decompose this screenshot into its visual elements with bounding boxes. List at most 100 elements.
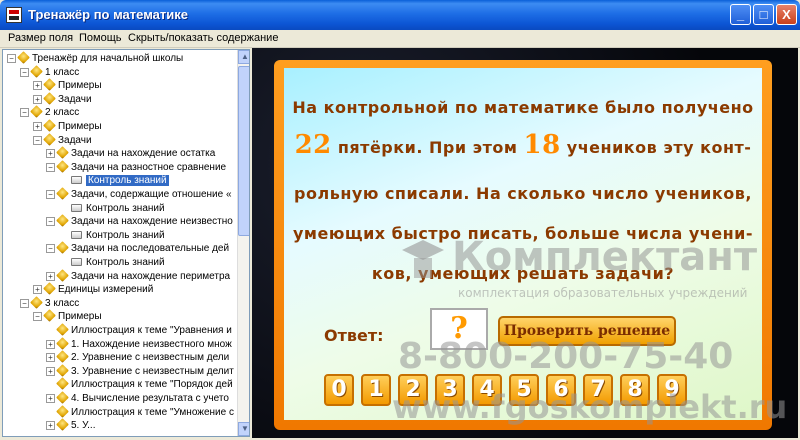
expand-icon[interactable]: + [46,339,55,349]
collapse-icon[interactable]: − [46,162,55,172]
tree-item[interactable]: + Задачи [33,91,92,106]
tree-item[interactable]: +3. Уравнение с неизвестным делит [46,363,234,378]
test-icon [71,203,82,212]
tree-item[interactable]: − Задачи на нахождение неизвестно [46,214,233,228]
tree-item-label: 3 класс [45,297,80,309]
tree-item-label: Контроль знаний [86,257,165,268]
topic-icon [43,119,56,132]
expand-icon[interactable]: + [46,149,55,159]
topic-icon [56,187,69,200]
minimize-button[interactable]: _ [730,4,751,25]
topic-icon [43,309,56,323]
expand-icon[interactable]: + [46,271,55,281]
tree-item-label: Задачи [58,134,92,146]
digit-button-0[interactable]: 0 [324,374,354,406]
tree-item[interactable]: − 3 класс [20,295,80,310]
tree-item[interactable]: + Задачи на нахождение периметра [46,268,230,283]
scroll-down-arrow[interactable]: ▼ [238,422,249,436]
expand-icon[interactable]: + [33,122,42,131]
problem-line-2b: учеников эту конт- [566,138,752,157]
expand-icon[interactable]: + [46,353,55,363]
collapse-icon[interactable]: − [46,217,55,227]
tree-item-label: Примеры [58,121,102,132]
test-icon [71,230,82,239]
tree-item[interactable]: +5. У... [46,418,95,432]
tree-item[interactable]: − Задачи [33,132,92,147]
tree-item[interactable]: + Примеры [33,78,102,92]
tree-item[interactable]: + Примеры [33,119,102,133]
menu-toggle-contents[interactable]: Скрыть/показать содержание [128,32,278,44]
digit-button-1[interactable]: 1 [361,374,391,406]
topic-icon [56,418,69,432]
tree-item[interactable]: − Задачи на последовательные дей [46,241,230,255]
digit-button-7[interactable]: 7 [583,374,613,406]
digit-button-4[interactable]: 4 [472,374,502,406]
tree-item[interactable]: +2. Уравнение с неизвестным дели [46,350,229,364]
menu-bar: Размер поля Помощь Скрыть/показать содер… [0,30,800,48]
tree-item[interactable]: − Примеры [33,309,102,323]
test-icon [71,258,82,266]
tree-item[interactable]: − Задачи на разностное сравнение [46,159,226,174]
tree-item[interactable]: Контроль знаний [59,174,169,187]
tree-item[interactable]: − Тренажёр для начальной школы [7,51,183,65]
scroll-thumb[interactable] [238,66,249,236]
collapse-icon[interactable]: − [46,190,55,199]
tree-item[interactable]: − 1 класс [20,64,79,79]
contents-tree[interactable]: +5. У... Иллюстрация к теме "Умножение с +… [2,49,250,437]
collapse-icon[interactable]: − [20,298,29,308]
digit-button-5[interactable]: 5 [509,374,539,406]
digit-button-2[interactable]: 2 [398,374,428,406]
topic-icon [56,268,69,282]
tree-item[interactable]: Иллюстрация к теме "Порядок дей [46,377,233,391]
collapse-icon[interactable]: − [20,67,29,77]
answer-field[interactable]: ? [430,308,488,350]
topic-icon [43,282,56,296]
digit-button-6[interactable]: 6 [546,374,576,406]
tree-item-label: 4. Вычисление результата с учето [71,393,229,404]
tree-item[interactable]: +4. Вычисление результата с учето [46,391,229,405]
tree-item[interactable]: Иллюстрация к теме "Умножение с [46,404,234,419]
topic-icon [43,132,56,146]
digit-button-9[interactable]: 9 [657,374,687,406]
tree-item[interactable]: Контроль знаний [59,256,165,269]
scroll-up-arrow[interactable]: ▲ [238,50,249,64]
tree-item-label: Задачи на нахождение остатка [71,148,216,160]
digit-keypad: 0123456789 [324,374,704,408]
expand-icon[interactable]: + [33,285,42,295]
tree-item[interactable]: + Единицы измерений [33,282,153,296]
tree-item-label: Иллюстрация к теме "Уравнения и [71,325,232,336]
collapse-icon[interactable]: − [33,135,42,145]
tree-scrollbar[interactable]: ▲ ▼ [237,50,249,436]
topic-icon [56,350,69,364]
check-solution-button[interactable]: Проверить решение [498,316,676,346]
maximize-button[interactable]: □ [753,4,774,25]
expand-icon[interactable]: + [33,81,42,91]
collapse-icon[interactable]: − [33,312,42,322]
close-button[interactable]: X [776,4,797,25]
digit-button-3[interactable]: 3 [435,374,465,406]
topic-icon [56,336,69,350]
tree-item[interactable]: Контроль знаний [59,229,165,242]
expand-icon[interactable]: + [46,394,55,403]
collapse-icon[interactable]: − [7,54,16,63]
expand-icon[interactable]: + [46,366,55,376]
test-icon [71,176,82,185]
tree-item[interactable]: +1. Нахождение неизвестного множ [46,336,232,351]
topic-icon [56,159,69,173]
tree-item[interactable]: − Задачи, содержащие отношение « [46,187,232,201]
tree-item[interactable]: Иллюстрация к теме "Уравнения и [46,323,232,337]
digit-button-8[interactable]: 8 [620,374,650,406]
tree-item[interactable]: + Задачи на нахождение остатка [46,146,216,160]
topic-icon [30,295,43,309]
tree-item-label: Задачи, содержащие отношение « [71,189,232,200]
menu-help[interactable]: Помощь [79,32,122,44]
topic-icon [30,64,43,78]
tree-item[interactable]: − 2 класс [20,105,79,119]
collapse-icon[interactable]: − [46,244,55,254]
tree-item-label: Задачи на последовательные дей [71,243,230,255]
expand-icon[interactable]: + [46,421,55,431]
tree-item[interactable]: Контроль знаний [59,202,165,215]
collapse-icon[interactable]: − [20,108,29,118]
expand-icon[interactable]: + [33,94,42,104]
menu-field-size[interactable]: Размер поля [8,32,73,44]
